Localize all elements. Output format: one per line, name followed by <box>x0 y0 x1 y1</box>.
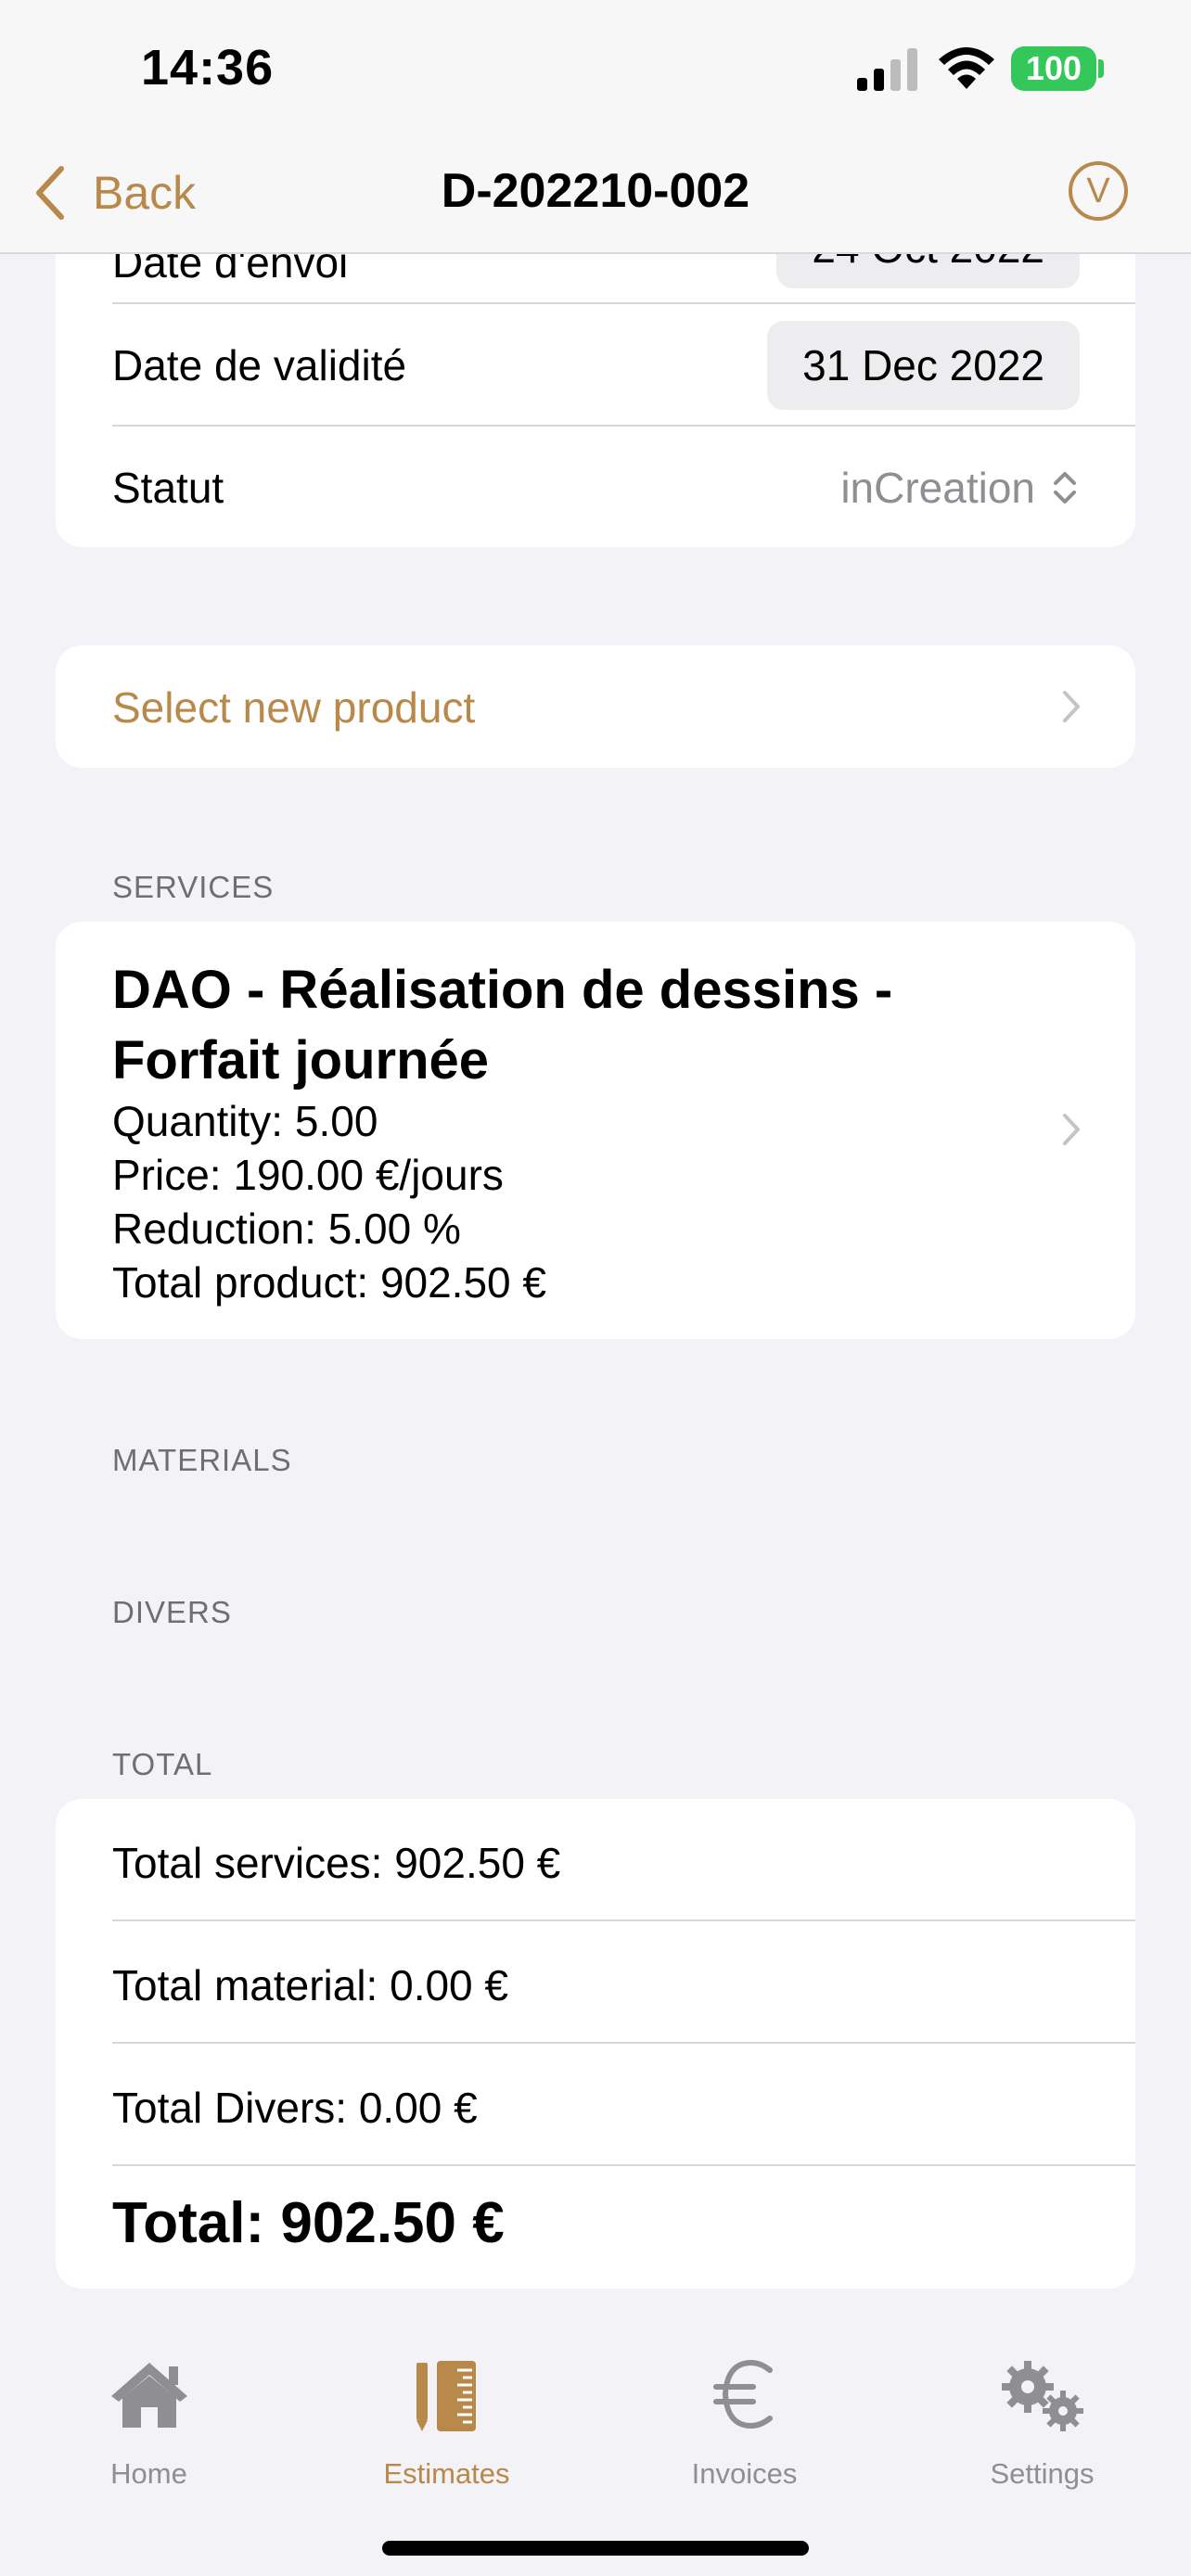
separator <box>112 2164 1135 2166</box>
wifi-icon <box>939 47 994 89</box>
date-validite-picker[interactable]: 31 Dec 2022 <box>767 320 1080 410</box>
row-date-validite[interactable]: Date de validité 31 Dec 2022 <box>56 304 1135 426</box>
totals-card: Total services: 902.50 € Total material:… <box>56 1799 1135 2289</box>
date-validite-label: Date de validité <box>112 340 407 389</box>
battery-icon: 100 <box>1011 46 1096 91</box>
service-item-quantity: Quantity: 5.00 <box>112 1097 378 1145</box>
total-divers: Total Divers: 0.00 € <box>112 2084 478 2132</box>
chevron-right-icon <box>1063 691 1080 722</box>
service-item-price: Price: 190.00 €/jours <box>112 1151 504 1199</box>
separator <box>112 2042 1135 2044</box>
statut-value: inCreation <box>840 463 1035 512</box>
navigation-bar: 14:36 100 Back D-202210-002 V <box>0 0 1191 254</box>
service-item-card[interactable]: DAO - Réalisation de dessins - Forfait j… <box>56 922 1135 1339</box>
tab-settings[interactable]: Settings <box>893 2333 1191 2519</box>
divers-section-header: DIVERS <box>112 1595 232 1629</box>
home-indicator[interactable] <box>382 2541 809 2556</box>
house-icon <box>110 2363 187 2428</box>
total-services: Total services: 902.50 € <box>112 1839 561 1887</box>
statut-picker[interactable]: inCreation <box>840 463 1078 513</box>
tab-invoices[interactable]: Invoices <box>596 2333 893 2519</box>
cellular-signal-icon <box>857 48 917 91</box>
select-new-product-button[interactable]: Select new product <box>56 645 1135 768</box>
tab-estimates[interactable]: Estimates <box>298 2333 596 2519</box>
chevron-right-icon <box>1063 1114 1080 1145</box>
services-section-header: SERVICES <box>112 870 275 904</box>
validate-label: V <box>1086 171 1110 210</box>
service-item-reduction: Reduction: 5.00 % <box>112 1205 461 1253</box>
grand-total: Total: 902.50 € <box>112 2191 505 2255</box>
ruler-pencil-icon <box>416 2361 476 2431</box>
statut-label: Statut <box>112 463 224 512</box>
tab-bar: Home Estimates Invoices Settings <box>0 2333 1191 2576</box>
validate-button[interactable]: V <box>1069 161 1128 221</box>
row-statut[interactable]: Statut inCreation <box>56 427 1135 547</box>
tab-invoices-label: Invoices <box>691 2457 798 2490</box>
page-title: D-202210-002 <box>441 164 750 218</box>
chevron-up-down-icon <box>1054 471 1076 504</box>
total-material: Total material: 0.00 € <box>112 1961 509 2009</box>
battery-level: 100 <box>1025 49 1082 87</box>
tab-home-label: Home <box>110 2457 187 2490</box>
tab-settings-label: Settings <box>990 2457 1095 2490</box>
euro-icon <box>712 2359 773 2429</box>
service-item-total: Total product: 902.50 € <box>112 1258 546 1307</box>
service-item-title: DAO - Réalisation de dessins - Forfait j… <box>112 960 893 1090</box>
status-time: 14:36 <box>141 40 275 96</box>
separator <box>112 1919 1135 1921</box>
materials-section-header: MATERIALS <box>112 1443 292 1477</box>
select-new-product-label: Select new product <box>112 683 476 732</box>
gears-icon <box>1001 2361 1083 2431</box>
battery-cap <box>1098 59 1104 78</box>
estimate-detail-screen: Date d'envoi 24 Oct 2022 Date de validit… <box>0 0 1191 2576</box>
tab-estimates-label: Estimates <box>383 2457 510 2490</box>
tab-home[interactable]: Home <box>0 2333 298 2519</box>
total-section-header: TOTAL <box>112 1747 213 1781</box>
